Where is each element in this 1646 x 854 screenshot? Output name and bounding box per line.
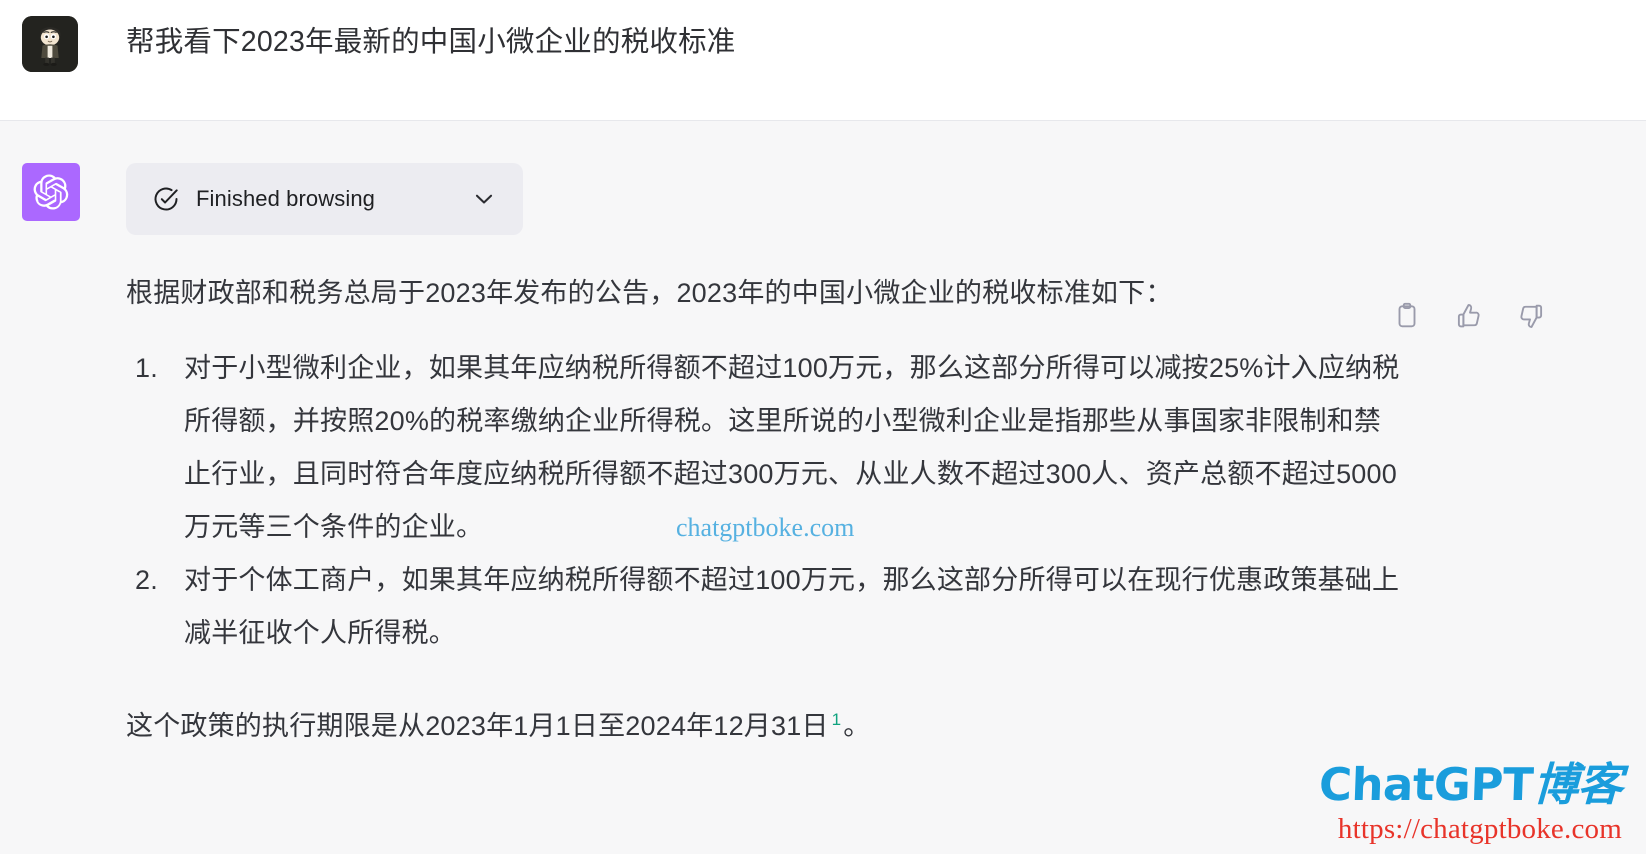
assistant-tail-paragraph: 这个政策的执行期限是从2023年1月1日至2024年12月31日 1。 [126, 700, 1406, 753]
site-watermark-logo: ChatGPT博客 https://chatgptboke.com [1318, 758, 1623, 845]
user-turn-inner: 帮我看下2023年最新的中国小微企业的税收标准 [0, 0, 1646, 72]
assistant-content: Finished browsing 根据财政部和税务总局于2023年发布的公告，… [126, 163, 1406, 771]
user-message-text: 帮我看下2023年最新的中国小微企业的税收标准 [126, 26, 736, 58]
list-item: 对于个体工商户，如果其年应纳税所得额不超过100万元，那么这部分所得可以在现行优… [135, 554, 1400, 648]
chevron-down-icon[interactable] [471, 186, 497, 212]
assistant-message-turn: Finished browsing 根据财政部和税务总局于2023年发布的公告，… [0, 121, 1646, 854]
assistant-avatar [22, 163, 80, 221]
assistant-prose: 根据财政部和税务总局于2023年发布的公告，2023年的中国小微企业的税收标准如… [126, 267, 1406, 753]
chat-page: 帮我看下2023年最新的中国小微企业的税收标准 Finished browsin… [0, 0, 1646, 854]
assistant-lead-paragraph: 根据财政部和税务总局于2023年发布的公告，2023年的中国小微企业的税收标准如… [126, 278, 1173, 308]
assistant-ordered-list: 对于小型微利企业，如果其年应纳税所得额不超过100万元，那么这部分所得可以减按2… [126, 342, 1406, 660]
user-message-turn: 帮我看下2023年最新的中国小微企业的税收标准 [0, 0, 1646, 121]
footnote-reference[interactable]: 1 [832, 710, 842, 729]
copy-icon[interactable] [1392, 301, 1422, 331]
thumbs-down-icon[interactable] [1516, 301, 1546, 331]
list-item: 对于小型微利企业，如果其年应纳税所得额不超过100万元，那么这部分所得可以减按2… [135, 342, 1400, 542]
assistant-turn-inner: Finished browsing 根据财政部和税务总局于2023年发布的公告，… [0, 121, 1646, 771]
check-circle-icon [152, 185, 180, 213]
watermark-url: https://chatgptboke.com [1337, 813, 1622, 845]
message-actions [1392, 301, 1546, 331]
assistant-tail-text: 这个政策的执行期限是从2023年1月1日至2024年12月31日 [126, 711, 829, 741]
assistant-tail-period: 。 [843, 711, 871, 741]
user-avatar [22, 16, 78, 72]
thumbs-up-icon[interactable] [1454, 301, 1484, 331]
finished-browsing-label: Finished browsing [196, 186, 376, 211]
finished-browsing-chip[interactable]: Finished browsing [126, 163, 524, 235]
